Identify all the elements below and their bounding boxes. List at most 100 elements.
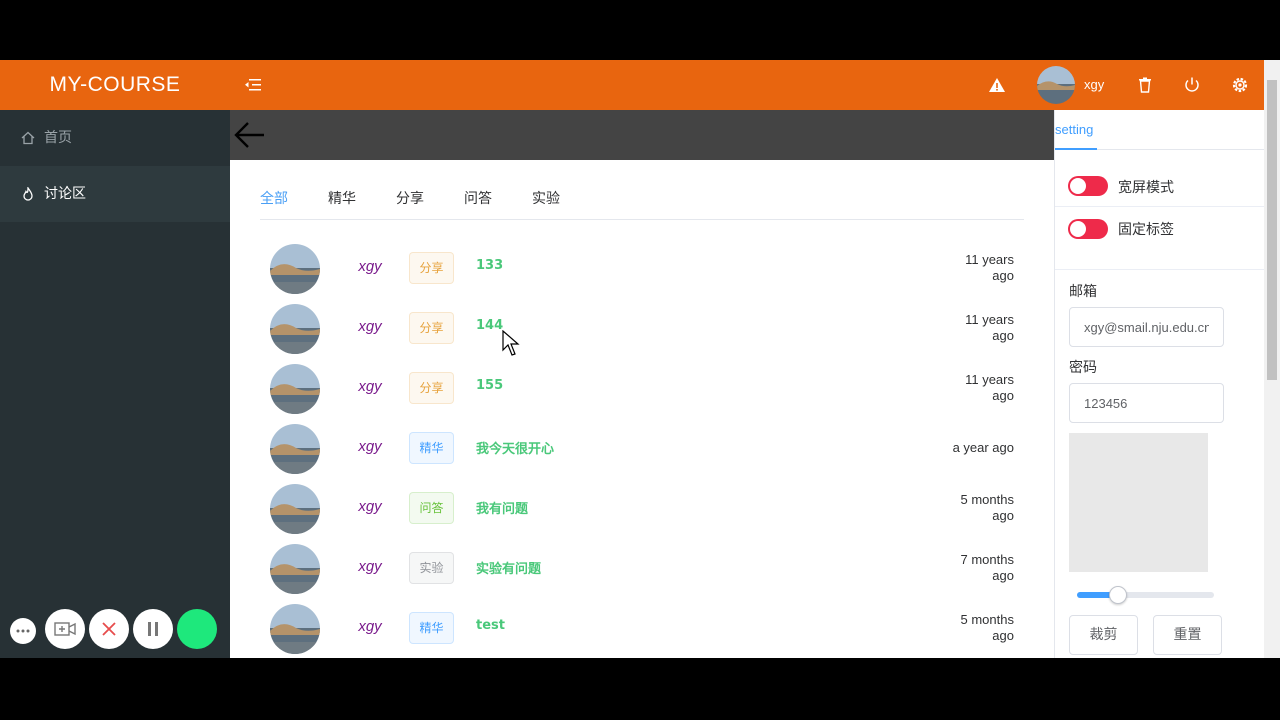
post-time-line2: ago [992,328,1014,343]
collapse-icon[interactable] [244,77,262,93]
app-frame: MY-COURSE xgy 首页 讨论区 全部 精华 分享 问答 实验 xgy … [0,60,1280,658]
post-row[interactable]: xgy 分享 144 11 years ago [260,304,1024,364]
page-scrollbar[interactable] [1264,60,1280,658]
post-avatar[interactable] [270,244,320,294]
mouse-cursor-icon [502,330,520,356]
password-label: 密码 [1069,360,1097,376]
power-icon[interactable] [1182,75,1202,95]
post-author[interactable]: xgy [350,438,390,455]
password-field[interactable] [1069,383,1224,423]
tab-featured[interactable]: 精华 [328,188,356,210]
post-avatar[interactable] [270,604,320,654]
post-time: 11 years ago [894,252,1014,284]
post-row[interactable]: xgy 精华 test 5 months ago [260,604,1024,658]
app-logo[interactable]: MY-COURSE [0,60,230,110]
post-author[interactable]: xgy [350,498,390,515]
tab-setting[interactable]: setting [1055,110,1265,150]
post-row[interactable]: xgy 实验 实验有问题 7 months ago [260,544,1024,604]
tab-all[interactable]: 全部 [260,188,288,210]
pause-icon[interactable] [133,609,173,649]
post-author[interactable]: xgy [350,618,390,635]
post-title[interactable]: 我有问题 [476,498,528,517]
post-tag: 分享 [409,312,454,344]
post-time-line1: 7 months [960,552,1014,567]
post-time-line1: a year ago [952,440,1014,455]
gear-icon[interactable] [1230,75,1250,95]
category-tabs: 全部 精华 分享 问答 实验 [260,188,1024,220]
post-time-line1: 11 years [965,372,1014,387]
tab-qa[interactable]: 问答 [464,188,492,210]
zoom-slider[interactable] [1077,586,1214,604]
post-title[interactable]: test [476,618,505,633]
trash-icon[interactable] [1135,75,1155,95]
post-author[interactable]: xgy [350,258,390,275]
post-tag: 分享 [409,252,454,284]
post-author[interactable]: xgy [350,558,390,575]
header-username[interactable]: xgy [1084,60,1104,110]
post-time-line1: 11 years [965,312,1014,327]
post-row[interactable]: xgy 精华 我今天很开心 a year ago [260,424,1024,484]
tab-share[interactable]: 分享 [396,188,424,210]
home-icon [21,131,35,145]
back-arrow-icon[interactable] [234,120,266,150]
close-icon[interactable] [89,609,129,649]
post-row[interactable]: xgy 分享 133 11 years ago [260,244,1024,304]
page-toolbar [230,110,1054,160]
post-tag: 精华 [409,432,454,464]
wide-mode-label: 宽屏模式 [1118,180,1174,196]
sidebar-item-discussion[interactable]: 讨论区 [0,166,230,222]
tab-experiment[interactable]: 实验 [532,188,560,210]
wide-mode-row: 宽屏模式 [1055,162,1265,207]
sidebar-item-home[interactable]: 首页 [0,110,230,166]
post-tag: 精华 [409,612,454,644]
post-time-line2: ago [992,388,1014,403]
post-time: 11 years ago [894,312,1014,344]
post-title[interactable]: 155 [476,378,503,393]
post-author[interactable]: xgy [350,318,390,335]
post-tag: 分享 [409,372,454,404]
post-time-line2: ago [992,568,1014,583]
sidebar: 首页 讨论区 [0,110,230,658]
avatar-crop-area[interactable] [1069,433,1208,572]
post-tag: 实验 [409,552,454,584]
flame-icon [23,187,33,201]
post-time-line2: ago [992,628,1014,643]
record-indicator[interactable] [177,609,217,649]
post-avatar[interactable] [270,544,320,594]
post-avatar[interactable] [270,304,320,354]
post-title[interactable]: 实验有问题 [476,558,541,577]
post-time: a year ago [894,440,1014,456]
warning-icon[interactable] [987,75,1007,95]
scroll-thumb[interactable] [1267,80,1277,380]
camera-icon[interactable] [45,609,85,649]
post-avatar[interactable] [270,364,320,414]
email-label: 邮箱 [1069,284,1097,300]
sidebar-item-label: 讨论区 [44,186,86,202]
header-avatar[interactable] [1037,66,1075,104]
sidebar-item-label: 首页 [44,130,72,146]
more-icon[interactable] [10,618,36,644]
post-avatar[interactable] [270,424,320,474]
post-time: 7 months ago [894,552,1014,584]
reset-button[interactable]: 重置 [1153,615,1222,655]
fixed-tags-switch[interactable] [1068,219,1108,239]
discussion-list: 全部 精华 分享 问答 实验 xgy 分享 133 11 years ago xgy 分享 1… [230,160,1054,658]
post-tag: 问答 [409,492,454,524]
post-title[interactable]: 133 [476,258,503,273]
post-time-line2: ago [992,508,1014,523]
post-avatar[interactable] [270,484,320,534]
post-row[interactable]: xgy 问答 我有问题 5 months ago [260,484,1024,544]
post-author[interactable]: xgy [350,378,390,395]
post-title[interactable]: 我今天很开心 [476,438,554,457]
wide-mode-switch[interactable] [1068,176,1108,196]
post-time-line1: 5 months [960,492,1014,507]
slider-thumb[interactable] [1109,586,1128,604]
post-time: 5 months ago [894,492,1014,524]
crop-button[interactable]: 裁剪 [1069,615,1138,655]
post-title[interactable]: 144 [476,318,503,333]
fixed-tags-row: 固定标签 [1055,207,1265,270]
email-field[interactable] [1069,307,1224,347]
post-time: 5 months ago [894,612,1014,644]
post-row[interactable]: xgy 分享 155 11 years ago [260,364,1024,424]
header: MY-COURSE xgy [0,60,1264,110]
